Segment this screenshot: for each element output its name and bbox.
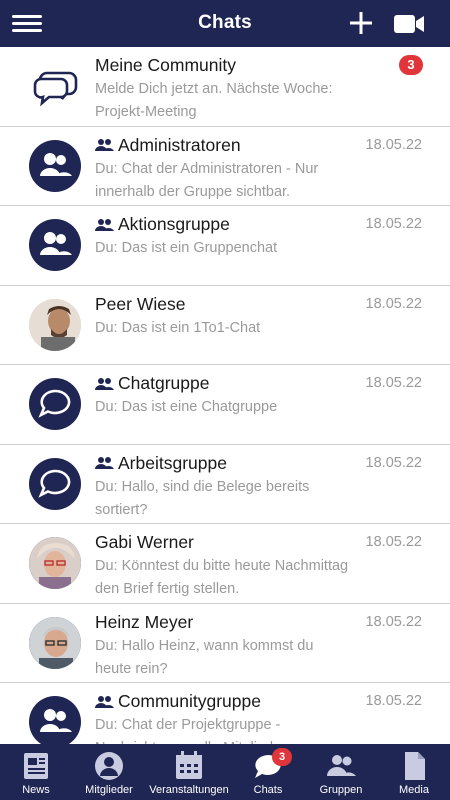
person-photo — [29, 616, 81, 669]
chat-name: Heinz Meyer — [95, 611, 194, 632]
document-icon — [405, 752, 425, 780]
tab-chats[interactable]: 3 Chats — [232, 744, 304, 800]
chat-preview: Du: Hallo Heinz, wann kommst du heute re… — [95, 637, 314, 677]
group-indicator-icon — [95, 457, 114, 469]
group-icon — [29, 139, 81, 192]
chat-bubble-icon — [29, 457, 81, 510]
tab-veranstaltungen[interactable]: Veranstaltungen — [146, 744, 232, 800]
chat-date: 18.05.22 — [365, 454, 422, 471]
video-camera-icon[interactable] — [393, 12, 425, 36]
group-icon — [29, 696, 81, 744]
person-photo — [29, 298, 81, 351]
tab-label: Chats — [253, 784, 283, 796]
chat-row-peer-wiese[interactable]: Peer Wiese Du: Das ist ein 1To1-Chat 18.… — [0, 285, 450, 365]
chat-preview: Du: Das ist ein 1To1-Chat — [95, 319, 261, 336]
tab-label: Gruppen — [319, 784, 363, 796]
chat-preview: Du: Hallo, sind die Belege bereits sorti… — [95, 478, 310, 518]
plus-icon[interactable] — [347, 9, 375, 37]
tab-mitglieder[interactable]: Mitglieder — [72, 744, 146, 800]
chat-list: Meine Community Melde Dich jetzt an. Näc… — [0, 47, 450, 744]
group-indicator-icon — [95, 377, 114, 390]
chat-row-arbeitsgruppe[interactable]: Arbeitsgruppe Du: Hallo, sind die Belege… — [0, 444, 450, 524]
tab-label: Veranstaltungen — [149, 784, 229, 796]
person-photo — [29, 537, 81, 589]
chat-name: Gabi Werner — [95, 532, 194, 552]
chat-row-heinz-meyer[interactable]: Heinz Meyer Du: Hallo Heinz, wann kommst… — [0, 603, 450, 683]
group-icon — [327, 755, 356, 776]
chat-date: 18.05.22 — [365, 375, 422, 391]
chat-row-chatgruppe[interactable]: Chatgruppe Du: Das ist eine Chatgruppe 1… — [0, 365, 450, 445]
group-icon — [29, 219, 81, 271]
chat-row-aktionsgruppe[interactable]: Aktionsgruppe Du: Das ist ein Gruppencha… — [0, 206, 450, 286]
page-title: Chats — [198, 12, 252, 33]
chat-date: 18.05.22 — [365, 295, 422, 312]
group-indicator-icon — [95, 695, 114, 708]
calendar-icon — [176, 751, 202, 779]
bottom-tab-bar: News Mitglieder Veranstaltungen 3 Chats — [0, 744, 450, 800]
chat-preview: Du: Könntest du bitte heute Nachmittag d… — [95, 558, 349, 597]
chat-preview: Du: Chat der Administratoren - Nur inner… — [95, 160, 319, 200]
chat-row-meine-community[interactable]: Meine Community Melde Dich jetzt an. Näc… — [0, 47, 450, 127]
speech-bubbles-logo — [29, 60, 81, 112]
tab-label: Mitglieder — [85, 784, 133, 796]
chat-row-administratoren[interactable]: Administratoren Du: Chat der Administrat… — [0, 126, 450, 206]
chat-name: Peer Wiese — [95, 293, 186, 314]
group-indicator-icon — [95, 218, 114, 231]
newspaper-icon — [24, 753, 48, 779]
chat-name: Communitygruppe — [95, 691, 261, 712]
chat-date: 18.05.22 — [365, 534, 422, 550]
top-app-bar: Chats — [0, 0, 450, 47]
chat-date: 18.05.22 — [365, 136, 422, 153]
chat-preview: Du: Das ist eine Chatgruppe — [95, 399, 278, 415]
chat-preview: Du: Chat der Projektgruppe - Nachrichten… — [95, 717, 286, 744]
tab-media[interactable]: Media — [378, 744, 450, 800]
chat-preview: Melde Dich jetzt an. Nächste Woche: Proj… — [95, 81, 333, 120]
chat-date: 18.05.22 — [365, 693, 422, 709]
chat-date: 18.05.22 — [365, 216, 422, 232]
chat-name: Arbeitsgruppe — [95, 453, 227, 474]
chat-preview: Du: Das ist ein Gruppenchat — [95, 240, 278, 256]
tab-news[interactable]: News — [0, 744, 72, 800]
unread-badge: 3 — [399, 55, 423, 75]
chat-name: Administratoren — [95, 135, 241, 156]
member-icon — [95, 752, 123, 780]
chat-name: Chatgruppe — [95, 373, 209, 394]
tab-label: News — [22, 784, 50, 796]
tab-gruppen[interactable]: Gruppen — [304, 744, 378, 800]
chat-name: Aktionsgruppe — [95, 214, 230, 235]
group-indicator-icon — [95, 139, 114, 151]
chat-row-gabi-werner[interactable]: Gabi Werner Du: Könntest du bitte heute … — [0, 524, 450, 604]
unread-badge: 3 — [272, 748, 292, 766]
chat-name: Meine Community — [95, 55, 237, 75]
tab-label: Media — [399, 784, 429, 796]
chat-date: 18.05.22 — [365, 613, 422, 630]
chat-bubble-icon — [29, 378, 81, 430]
chat-row-communitygruppe[interactable]: Communitygruppe Du: Chat der Projektgrup… — [0, 683, 450, 744]
